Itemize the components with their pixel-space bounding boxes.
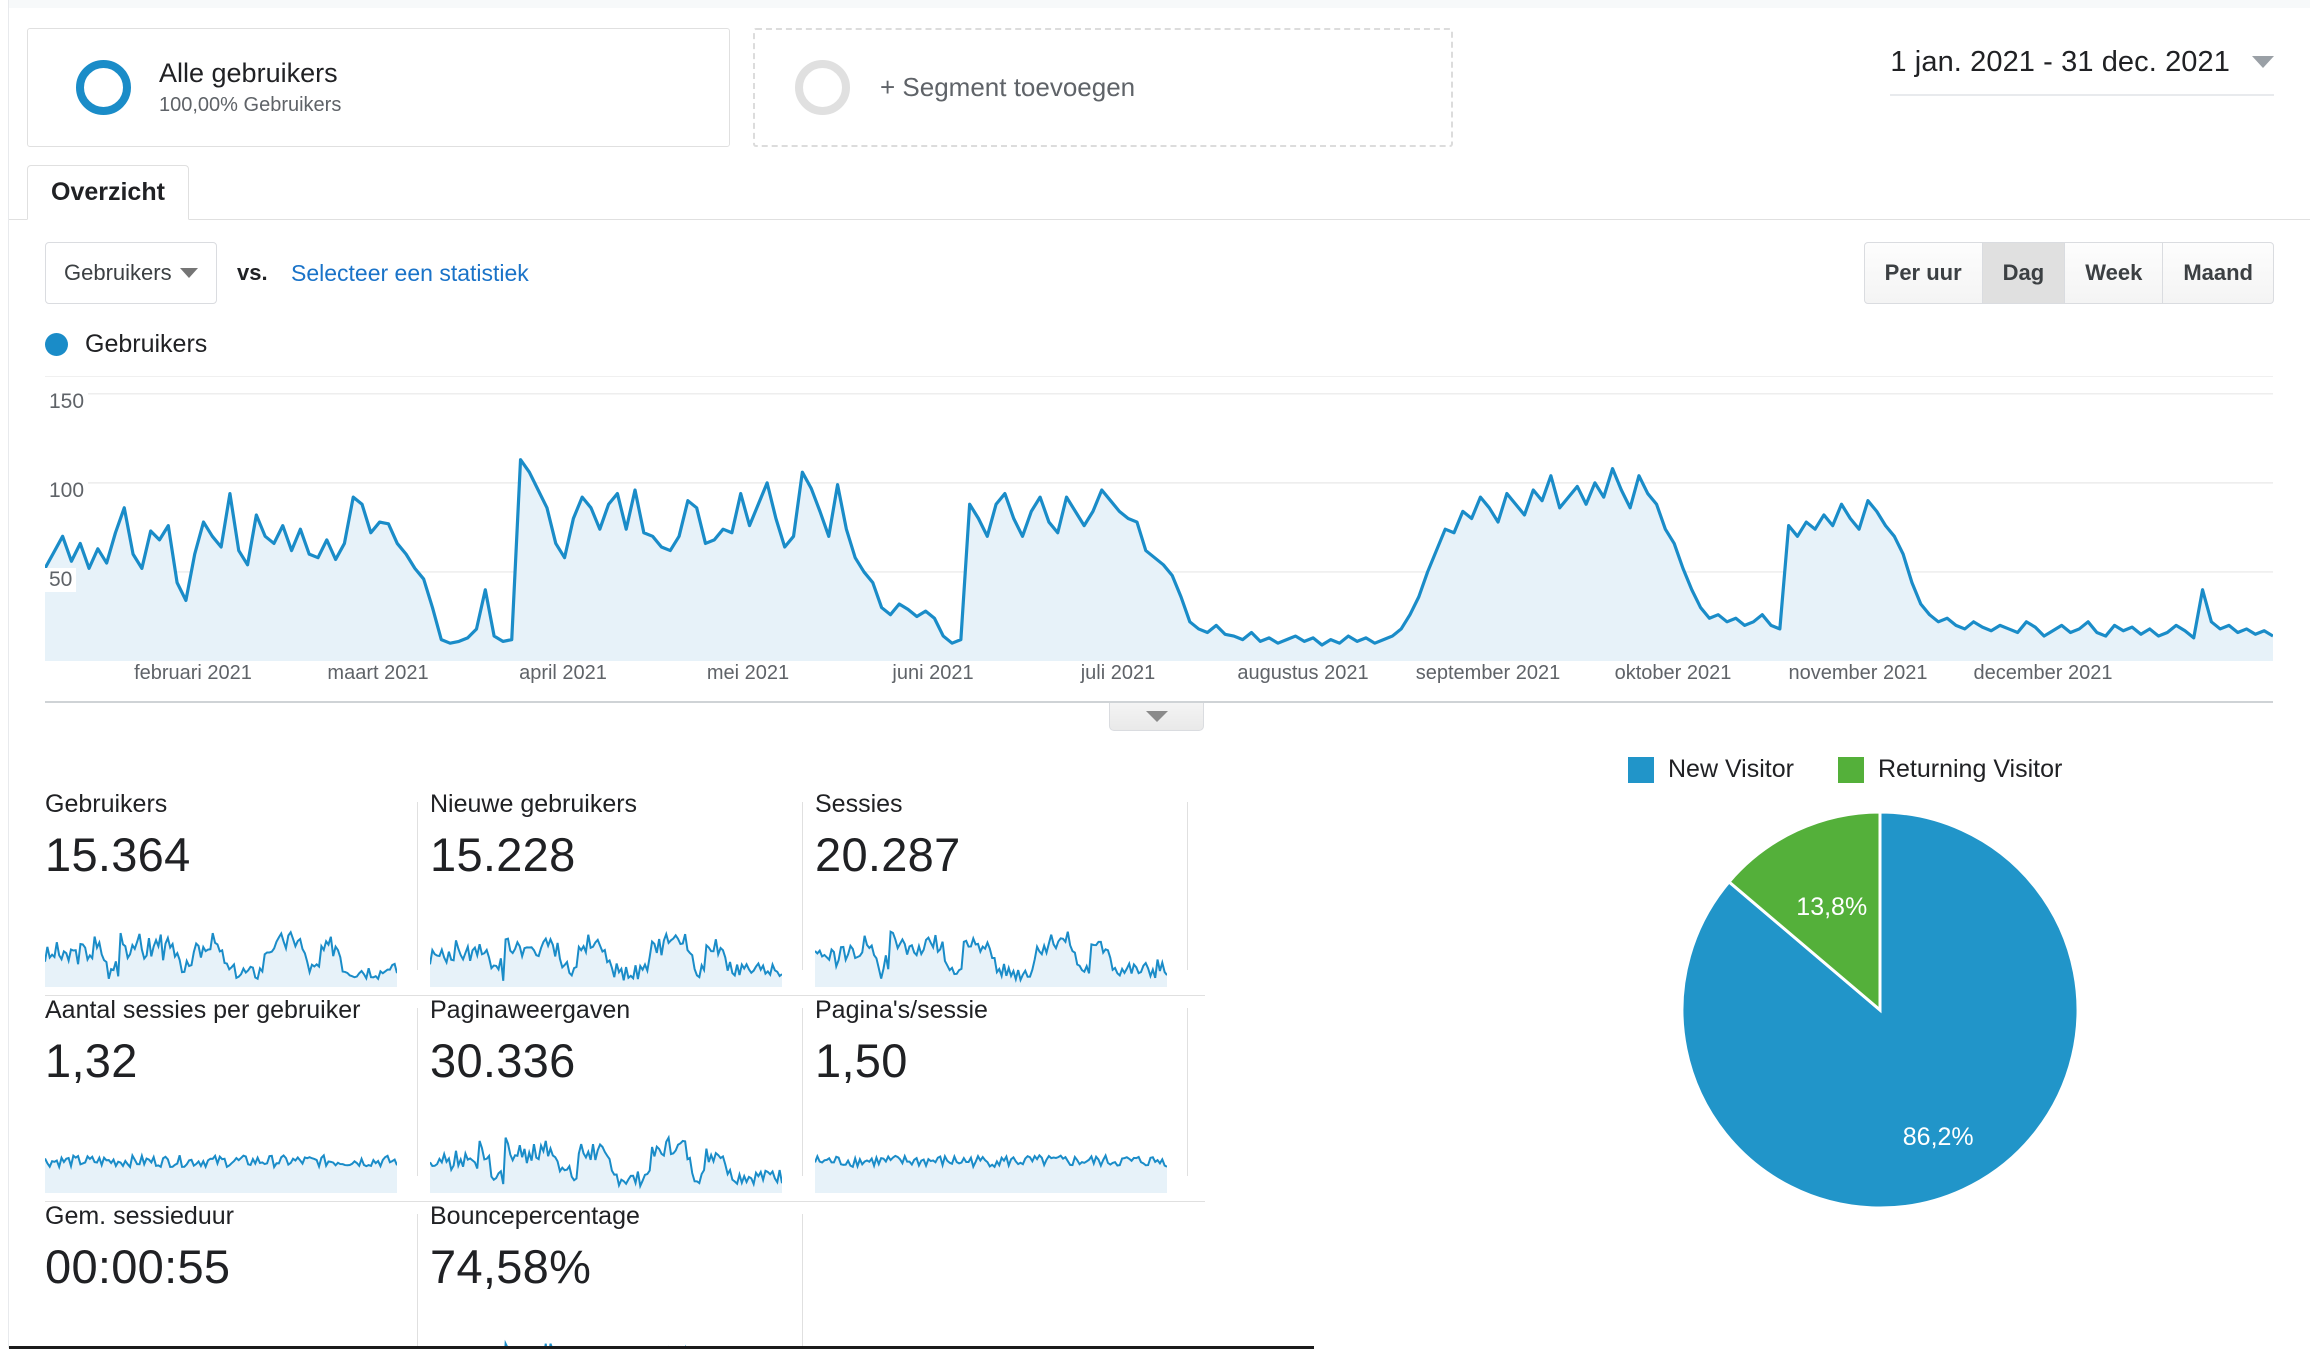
x-axis-tick: mei 2021 bbox=[706, 662, 790, 684]
segment-card-text: Alle gebruikers 100,00% Gebruikers bbox=[159, 58, 341, 118]
metric-card[interactable]: Nieuwe gebruikers 15.228 bbox=[430, 790, 815, 995]
metric-card-row: Gem. sessieduur 00:00:55 Bouncepercentage 7… bbox=[45, 1202, 1205, 1360]
date-range-value: 1 jan. 2021 - 31 dec. 2021 bbox=[1890, 45, 2230, 78]
tab-underline bbox=[9, 219, 2310, 220]
pie-slice-value-label: 86,2% bbox=[1903, 1123, 1974, 1151]
metric-card[interactable]: Bouncepercentage 74,58% bbox=[430, 1202, 815, 1360]
metric-card-title: Gebruikers bbox=[45, 790, 168, 818]
metric-card-row: Gebruikers 15.364 Nieuwe gebruikers 15.228 S… bbox=[45, 790, 1205, 995]
tab-bar: Overzicht bbox=[9, 164, 2310, 220]
pie-legend-swatch-new bbox=[1628, 756, 1654, 783]
metric-select[interactable]: Gebruikers bbox=[45, 242, 217, 304]
left-rail bbox=[0, 0, 9, 1360]
metric-card-title: Pagina's/sessie bbox=[815, 996, 988, 1024]
x-axis-tick: augustus 2021 bbox=[1237, 662, 1369, 684]
metric-card-title: Bouncepercentage bbox=[430, 1202, 640, 1230]
chart-collapse-handle[interactable] bbox=[1109, 703, 1204, 731]
x-axis-tick: juni 2021 bbox=[892, 662, 974, 684]
granularity-dag[interactable]: Dag bbox=[1982, 243, 2066, 303]
pie-legend-label-returning: Returning Visitor bbox=[1877, 755, 2063, 783]
metric-card-row: Aantal sessies per gebruiker 1,32 Paginawe… bbox=[45, 996, 1205, 1201]
metric-cards-grid: Gebruikers 15.364 Nieuwe gebruikers 15.228 S… bbox=[45, 790, 1205, 1360]
granularity-toggle-group: Per uur Dag Week Maand bbox=[1863, 242, 2274, 304]
metric-card-sparkline bbox=[430, 1131, 782, 1193]
metric-card-sparkline bbox=[45, 925, 397, 987]
x-axis-tick: februari 2021 bbox=[134, 662, 252, 684]
bottom-bar bbox=[0, 1348, 2310, 1360]
metric-card-value: 20.287 bbox=[815, 828, 961, 881]
metric-card-value: 15.364 bbox=[45, 828, 191, 881]
metric-card-value: 15.228 bbox=[430, 828, 576, 881]
x-axis-tick: juli 2021 bbox=[1080, 662, 1156, 684]
x-axis-tick: oktober 2021 bbox=[1614, 662, 1732, 684]
vs-label: vs. bbox=[237, 260, 268, 285]
granularity-week[interactable]: Week bbox=[2065, 243, 2164, 303]
legend-color-swatch bbox=[45, 333, 68, 356]
metric-card[interactable]: Gem. sessieduur 00:00:55 bbox=[45, 1202, 430, 1360]
metric-card-value: 1,32 bbox=[45, 1034, 138, 1087]
metric-card[interactable]: Aantal sessies per gebruiker 1,32 bbox=[45, 996, 430, 1201]
segment-title: Alle gebruikers bbox=[159, 57, 338, 88]
granularity-per-uur[interactable]: Per uur bbox=[1865, 243, 1983, 303]
x-axis-labels: februari 2021 maart 2021 april 2021 mei 202… bbox=[45, 662, 2273, 698]
y-axis-tick: 100 bbox=[45, 478, 89, 503]
tab-overzicht-label: Overzicht bbox=[51, 178, 165, 206]
x-axis-tick: november 2021 bbox=[1788, 662, 1928, 684]
x-axis-tick: maart 2021 bbox=[327, 662, 429, 684]
metric-card-title: Aantal sessies per gebruiker bbox=[45, 996, 361, 1024]
metric-card-title: Paginaweergaven bbox=[430, 996, 631, 1024]
segment-donut-icon bbox=[76, 60, 131, 115]
tab-overzicht[interactable]: Overzicht bbox=[27, 165, 189, 220]
metric-card-value: 74,58% bbox=[430, 1240, 592, 1293]
metric-card-value: 30.336 bbox=[430, 1034, 576, 1087]
metric-card[interactable]: Pagina's/sessie 1,50 bbox=[815, 996, 1200, 1201]
chevron-down-icon bbox=[2252, 56, 2274, 68]
timeseries-svg bbox=[45, 376, 2273, 661]
bottom-scrollbar[interactable] bbox=[9, 1346, 1314, 1349]
metric-card-sparkline bbox=[430, 925, 782, 987]
pie-legend-item-returning-visitor[interactable]: Returning Visitor bbox=[1837, 755, 2063, 784]
add-segment-button[interactable]: + Segment toevoegen bbox=[753, 28, 1453, 147]
x-axis-tick: september 2021 bbox=[1415, 662, 1561, 684]
metric-card[interactable]: Gebruikers 15.364 bbox=[45, 790, 430, 995]
metric-select-value: Gebruikers bbox=[64, 260, 172, 285]
chevron-down-icon bbox=[180, 268, 198, 278]
chart-legend[interactable]: Gebruikers bbox=[45, 330, 207, 359]
chart-controls: Gebruikers vs. Selecteer een statistiek … bbox=[9, 240, 2310, 312]
pie-legend: New Visitor Returning Visitor bbox=[1628, 755, 2062, 784]
visitor-type-pie-chart: New Visitor Returning Visitor 86,2% 13,8% bbox=[1600, 755, 2220, 1255]
date-range-picker[interactable]: 1 jan. 2021 - 31 dec. 2021 bbox=[1890, 36, 2274, 96]
metric-card-sparkline bbox=[815, 1131, 1167, 1193]
granularity-maand[interactable]: Maand bbox=[2163, 243, 2273, 303]
add-segment-label: + Segment toevoegen bbox=[880, 72, 1136, 102]
window-top-strip bbox=[0, 0, 2310, 8]
metric-card[interactable]: Paginaweergaven 30.336 bbox=[430, 996, 815, 1201]
segment-all-users[interactable]: Alle gebruikers 100,00% Gebruikers bbox=[27, 28, 730, 147]
pie-svg[interactable]: 86,2% 13,8% bbox=[1680, 810, 2080, 1210]
users-timeseries-chart: Gebruikers 50 100 150 februari 2021 maart 2… bbox=[9, 330, 2310, 731]
y-axis-tick: 50 bbox=[45, 567, 77, 592]
x-axis-tick: december 2021 bbox=[1973, 662, 2113, 684]
segment-bar: Alle gebruikers 100,00% Gebruikers + Seg… bbox=[9, 8, 2310, 156]
pie-legend-item-new-visitor[interactable]: New Visitor bbox=[1628, 755, 1794, 784]
chart-plot-area[interactable]: 50 100 150 bbox=[45, 376, 2273, 661]
select-metric-link[interactable]: Selecteer een statistiek bbox=[291, 260, 529, 287]
legend-label: Gebruikers bbox=[85, 330, 208, 358]
metric-card-value: 1,50 bbox=[815, 1034, 908, 1087]
add-segment-donut-icon bbox=[795, 60, 850, 115]
metric-card-sparkline bbox=[815, 925, 1167, 987]
metric-card-title: Nieuwe gebruikers bbox=[430, 790, 638, 818]
metric-card-sparkline bbox=[45, 1131, 397, 1193]
x-axis-tick: april 2021 bbox=[519, 662, 607, 684]
pie-legend-swatch-returning bbox=[1837, 756, 1864, 783]
y-axis-tick: 150 bbox=[45, 389, 89, 414]
segment-subtitle: 100,00% Gebruikers bbox=[159, 94, 342, 117]
metric-card-value: 00:00:55 bbox=[45, 1240, 231, 1293]
metric-card[interactable]: Sessies 20.287 bbox=[815, 790, 1200, 995]
metric-card-title: Gem. sessieduur bbox=[45, 1202, 234, 1230]
metric-card-title: Sessies bbox=[815, 790, 903, 818]
pie-legend-label-new: New Visitor bbox=[1668, 755, 1794, 783]
caret-down-icon bbox=[1145, 711, 1168, 722]
pie-slice-value-label: 13,8% bbox=[1796, 893, 1867, 921]
